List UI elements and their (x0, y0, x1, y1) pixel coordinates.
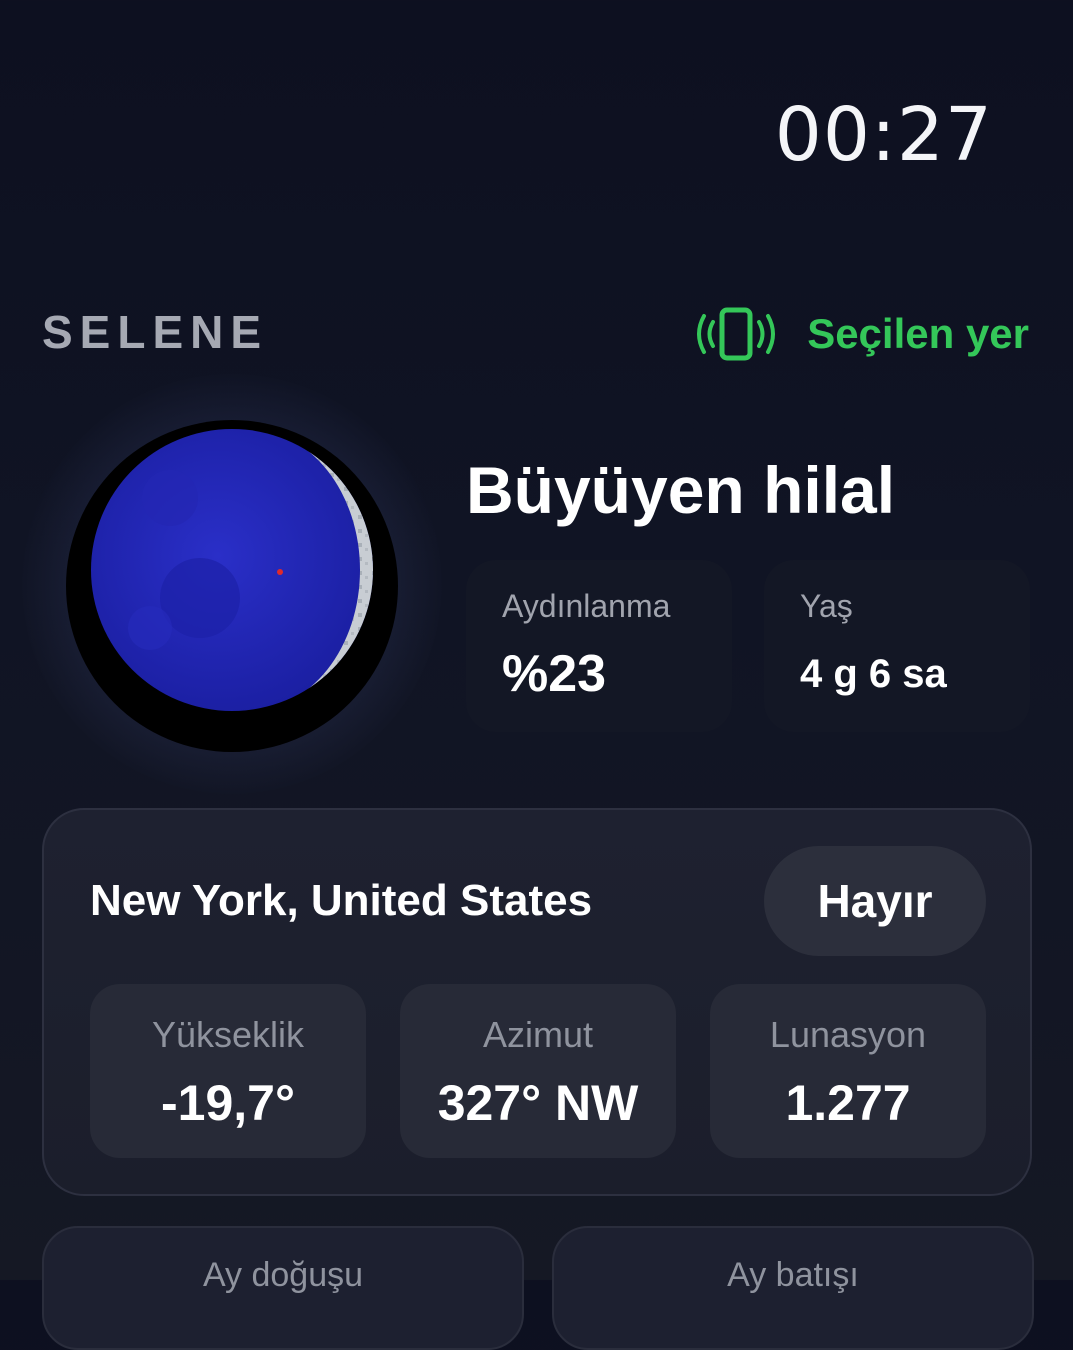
moon-age-label: Yaş (800, 588, 853, 624)
location-selector-button[interactable]: Seçilen yer (693, 306, 1029, 362)
altitude-label: Yükseklik (151, 1014, 305, 1055)
moon-phase-name: Büyüyen hilal (466, 453, 896, 527)
altitude-value: -19,7° (161, 1075, 295, 1131)
location-name: New York, United States (90, 876, 593, 925)
moon-age-value: 4 g 6 sa (800, 652, 947, 696)
azimuth-value: 327° NW (437, 1075, 639, 1131)
moonset-card: Ay batışı (552, 1226, 1034, 1350)
illumination-label: Aydınlanma (502, 588, 671, 624)
moon-age-card: Yaş 4 g 6 sa (764, 560, 1030, 732)
lunation-value: 1.277 (785, 1075, 911, 1131)
visibility-toggle-button[interactable]: Hayır (764, 846, 986, 956)
moonrise-card: Ay doğuşu (42, 1226, 524, 1350)
azimuth-card: Azimut 327° NW (400, 984, 676, 1158)
phone-vibrate-icon (693, 306, 779, 362)
app-title: SELENE (42, 306, 269, 358)
azimuth-label: Azimut (482, 1014, 594, 1055)
illumination-card: Aydınlanma %23 (466, 560, 732, 732)
moon-phase-image (91, 429, 373, 711)
lunation-label: Lunasyon (769, 1014, 927, 1055)
altitude-card: Yükseklik -19,7° (90, 984, 366, 1158)
location-selector-label: Seçilen yer (807, 310, 1029, 357)
lunation-card: Lunasyon 1.277 (710, 984, 986, 1158)
location-panel: New York, United States Hayır Yükseklik … (42, 808, 1032, 1196)
clock-time: 00:27 (774, 92, 993, 178)
illumination-value: %23 (502, 645, 607, 703)
moonset-label: Ay batışı (727, 1256, 859, 1294)
moonrise-label: Ay doğuşu (202, 1256, 364, 1294)
